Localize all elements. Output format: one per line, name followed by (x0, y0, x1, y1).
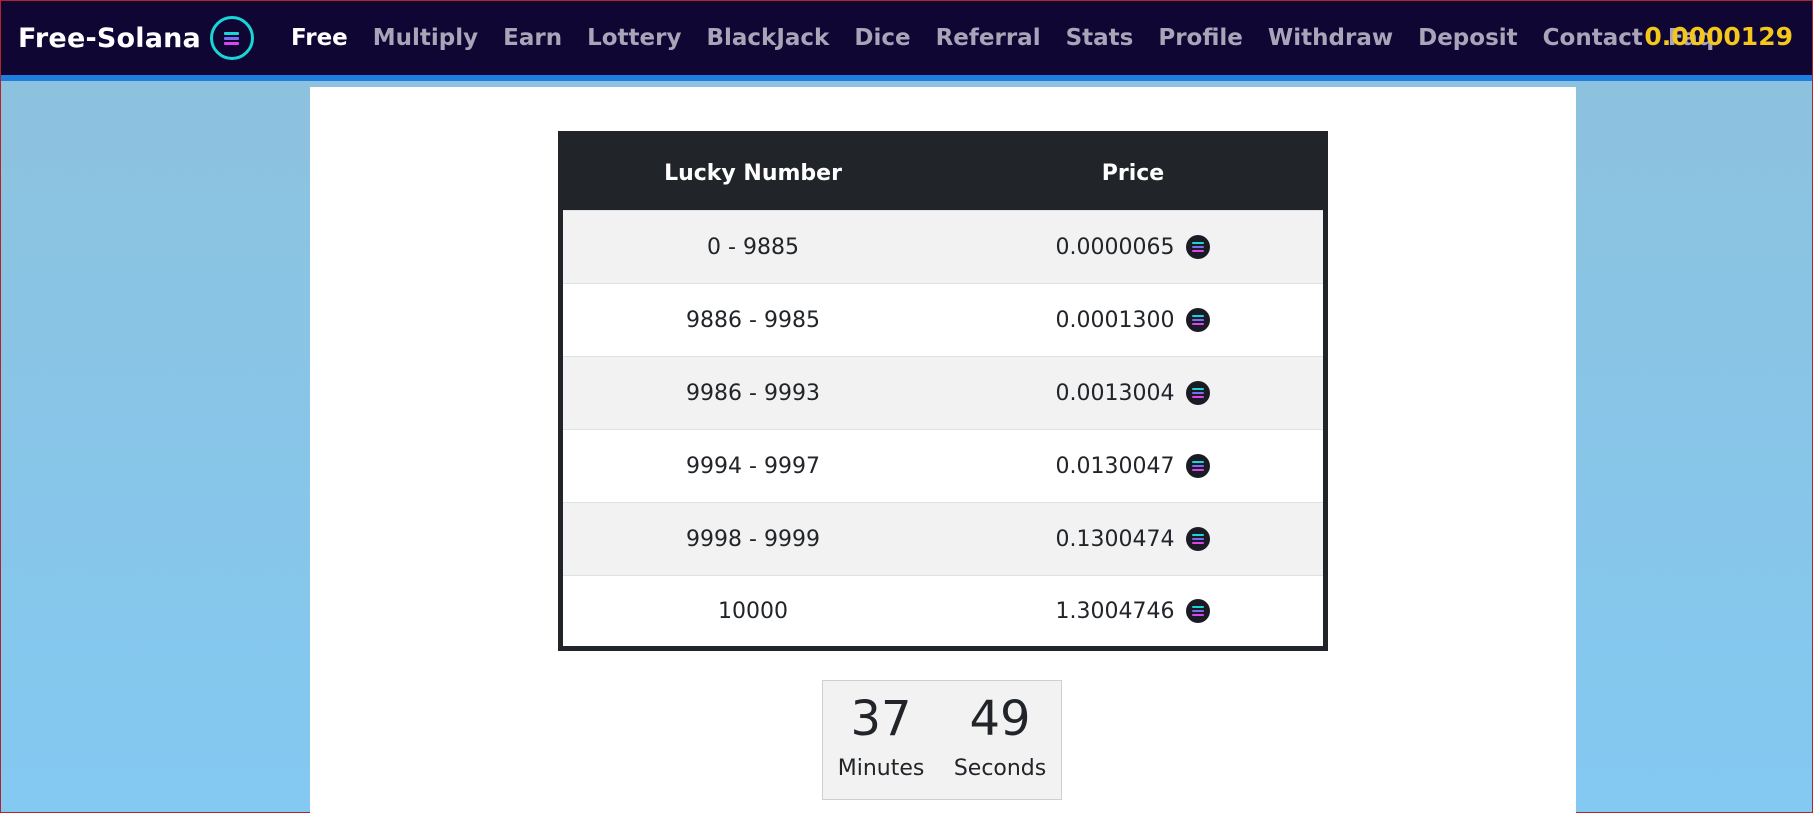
lucky-number-range: 9998 - 9999 (560, 502, 943, 576)
nav-menu: Free Multiply Earn Lottery BlackJack Dice Refe… (291, 25, 1739, 51)
brand[interactable]: Free-Solana (18, 16, 254, 60)
price-value: 0.0001300 (1055, 307, 1175, 333)
column-header-lucky-number: Lucky Number (560, 133, 943, 211)
table-row: 10000 1.3004746 (560, 575, 1326, 649)
price-value: 0.0000065 (1055, 234, 1175, 260)
lucky-number-range: 9986 - 9993 (560, 356, 943, 430)
table-row: 0 - 9885 0.0000065 (560, 210, 1326, 284)
seconds-value: 49 (969, 691, 1031, 747)
nav-item-lottery[interactable]: Lottery (587, 25, 681, 51)
countdown-minutes: 37 Minutes (838, 693, 925, 799)
solana-logo-icon (209, 16, 254, 60)
price-value: 0.0130047 (1055, 453, 1175, 479)
table-row: 9886 - 9985 0.0001300 (560, 283, 1326, 357)
price-cell: 1.3004746 (943, 575, 1326, 649)
nav-item-multiply[interactable]: Multiply (373, 25, 478, 51)
table-header-row: Lucky Number Price (560, 133, 1326, 211)
countdown-timer: 37 Minutes 49 Seconds (822, 680, 1062, 800)
solana-coin-icon (1186, 454, 1211, 478)
lucky-number-range: 9886 - 9985 (560, 283, 943, 357)
price-cell: 0.0130047 (943, 429, 1326, 503)
price-value: 0.0013004 (1055, 380, 1175, 406)
solana-coin-icon (1186, 235, 1211, 259)
nav-item-withdraw[interactable]: Withdraw (1268, 25, 1393, 51)
table-row: 9998 - 9999 0.1300474 (560, 502, 1326, 576)
balance-display: 0.0000129 (1644, 22, 1793, 51)
nav-item-deposit[interactable]: Deposit (1418, 25, 1518, 51)
column-header-price: Price (943, 133, 1326, 211)
minutes-label: Minutes (837, 755, 925, 781)
nav-item-profile[interactable]: Profile (1158, 25, 1243, 51)
nav-item-dice[interactable]: Dice (854, 25, 910, 51)
nav-item-earn[interactable]: Earn (503, 25, 562, 51)
lucky-number-range: 9994 - 9997 (560, 429, 943, 503)
minutes-value: 37 (850, 691, 912, 747)
nav-item-stats[interactable]: Stats (1066, 25, 1134, 51)
nav-item-blackjack[interactable]: BlackJack (706, 25, 829, 51)
prize-table: Lucky Number Price 0 - 9885 0.0000065 9886… (558, 131, 1328, 651)
solana-coin-icon (1186, 599, 1211, 623)
solana-coin-icon (1186, 527, 1211, 551)
price-cell: 0.0000065 (943, 210, 1326, 284)
main-content: Lucky Number Price 0 - 9885 0.0000065 9886… (310, 87, 1576, 813)
countdown-seconds: 49 Seconds (954, 693, 1046, 799)
seconds-label: Seconds (953, 755, 1047, 781)
table-row: 9986 - 9993 0.0013004 (560, 356, 1326, 430)
solana-coin-icon (1186, 308, 1211, 332)
nav-item-contact[interactable]: Contact (1543, 25, 1643, 51)
table-row: 9994 - 9997 0.0130047 (560, 429, 1326, 503)
price-cell: 0.0013004 (943, 356, 1326, 430)
solana-coin-icon (1186, 381, 1211, 405)
brand-name[interactable]: Free-Solana (18, 23, 201, 54)
nav-item-free[interactable]: Free (291, 25, 348, 51)
nav-item-referral[interactable]: Referral (936, 25, 1041, 51)
top-navbar: Free-Solana Free Multiply Earn Lottery Black… (1, 1, 1812, 81)
price-value: 1.3004746 (1055, 598, 1175, 624)
price-cell: 0.1300474 (943, 502, 1326, 576)
price-value: 0.1300474 (1055, 526, 1175, 552)
lucky-number-range: 0 - 9885 (560, 210, 943, 284)
price-cell: 0.0001300 (943, 283, 1326, 357)
lucky-number-range: 10000 (560, 575, 943, 649)
